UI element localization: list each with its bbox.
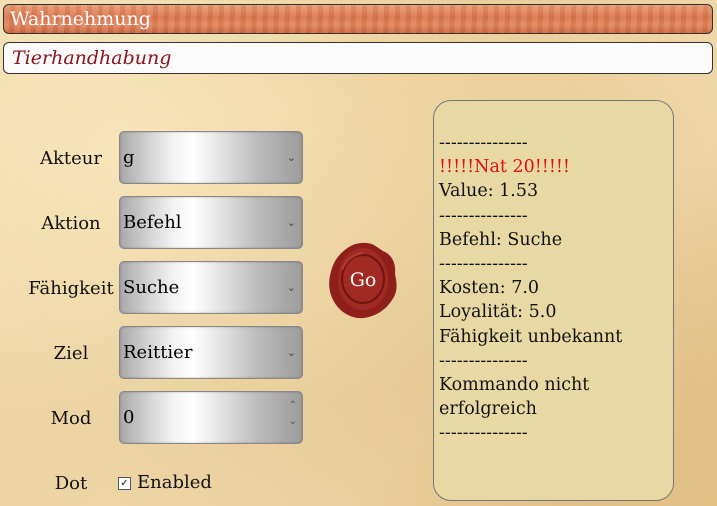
akteur-label: Akteur [40, 148, 102, 169]
result-panel: --------------- !!!!!Nat 20!!!!! Value: … [433, 100, 674, 501]
aktion-select[interactable]: Befehl ⌄ [119, 196, 303, 249]
result-line: Befehl: Suche [439, 229, 563, 250]
ziel-value: Reittier [123, 342, 193, 363]
up-down-arrows-icon[interactable]: ⌃ ⌄ [289, 398, 297, 430]
dot-checkbox[interactable]: ✓ [118, 476, 131, 490]
dot-checkbox-row[interactable]: ✓ Enabled [118, 472, 212, 493]
section-header-wahrnehmung[interactable]: Wahrnehmung [3, 4, 713, 34]
go-button[interactable]: Go [328, 240, 398, 320]
aktion-value: Befehl [123, 212, 182, 233]
chevron-down-icon: ⌄ [286, 281, 296, 294]
dot-checkbox-label: Enabled [137, 472, 212, 493]
result-line: Loyalität: 5.0 [439, 302, 557, 323]
result-line: --------------- [439, 350, 528, 371]
faehigkeit-value: Suche [123, 277, 180, 298]
result-line: --------------- [439, 205, 528, 226]
akteur-select[interactable]: g ⌄ [119, 131, 303, 184]
result-line: Value: 1.53 [439, 181, 539, 202]
chevron-down-icon: ⌄ [286, 216, 296, 229]
section-header-tierhandhabung[interactable]: Tierhandhabung [3, 42, 713, 74]
result-line: Kosten: 7.0 [439, 278, 540, 299]
akteur-value: g [123, 147, 135, 168]
mod-value: 0 [123, 407, 135, 428]
faehigkeit-label: Fähigkeit [28, 278, 114, 299]
ziel-label: Ziel [53, 343, 89, 364]
result-line: --------------- [439, 133, 528, 153]
result-line: Kommando nicht erfolgreich [439, 375, 590, 420]
aktion-label: Aktion [41, 213, 101, 234]
mod-input[interactable]: 0 ⌃ ⌄ [119, 391, 303, 444]
chevron-down-icon: ⌄ [286, 346, 296, 359]
result-line-nat20: !!!!!Nat 20!!!!! [439, 157, 570, 178]
result-line: --------------- [439, 254, 528, 275]
ziel-select[interactable]: Reittier ⌄ [119, 326, 303, 379]
go-button-label: Go [349, 269, 377, 291]
chevron-down-icon: ⌄ [286, 151, 296, 164]
faehigkeit-select[interactable]: Suche ⌄ [119, 261, 303, 314]
result-line: --------------- [439, 423, 528, 444]
mod-label: Mod [50, 408, 92, 429]
result-line: Fähigkeit unbekannt [439, 326, 623, 347]
dot-label: Dot [54, 473, 88, 494]
checkmark-icon: ✓ [120, 477, 129, 489]
